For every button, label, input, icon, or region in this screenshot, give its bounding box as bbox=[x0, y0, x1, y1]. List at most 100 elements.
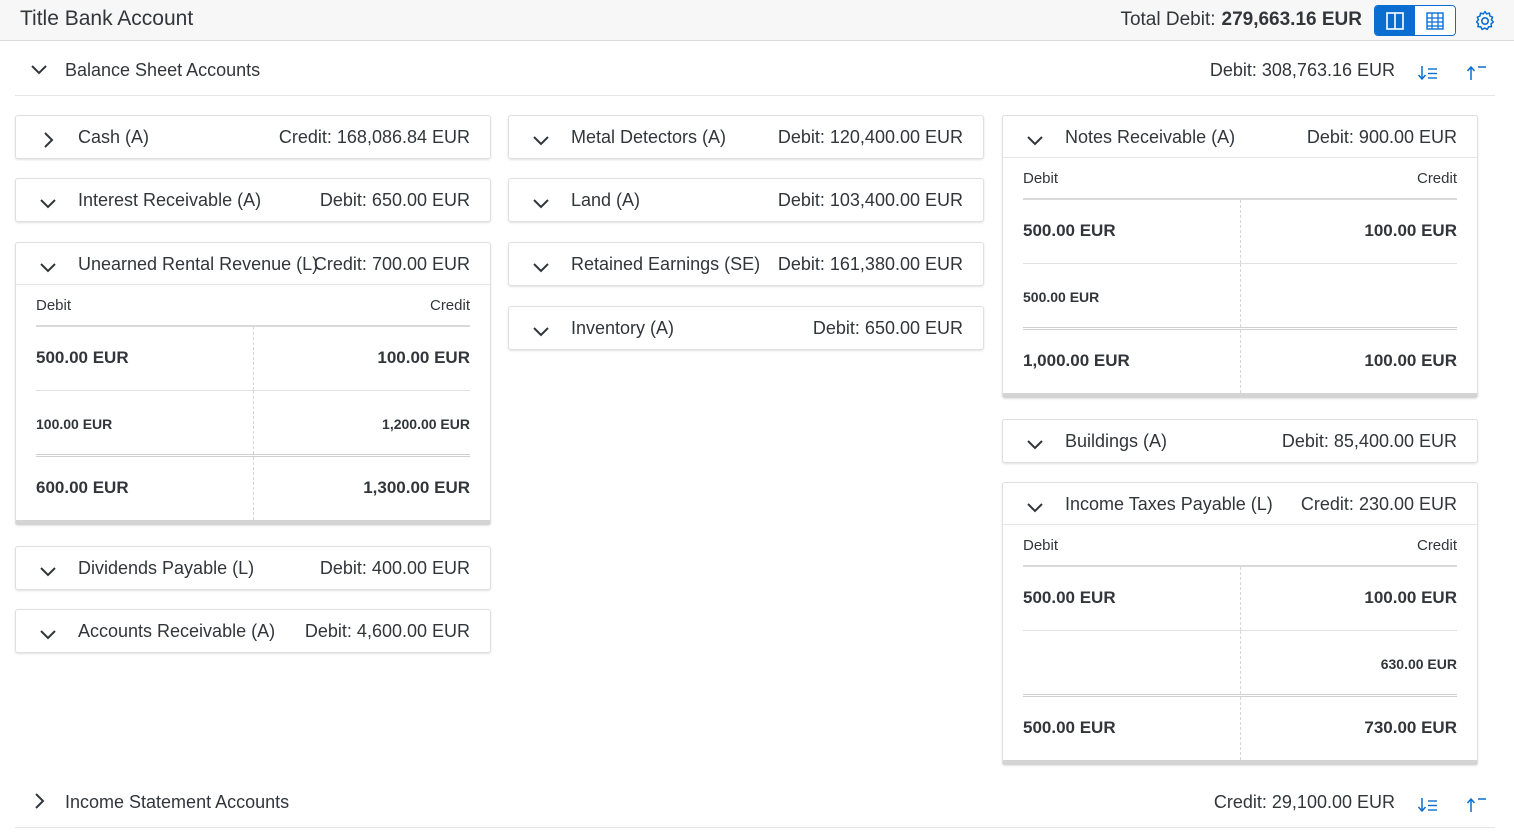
table-row: 500.00 EUR 100.00 EUR bbox=[1023, 567, 1457, 631]
debit-column-header: Debit bbox=[1023, 170, 1059, 187]
account-balance: Debit: 650.00 EUR bbox=[812, 318, 963, 338]
chevron-down-icon[interactable] bbox=[1025, 434, 1045, 454]
account-card-accounts-receivable: Accounts Receivable (A) Debit: 4,600.00 … bbox=[15, 609, 491, 653]
account-name: Retained Earnings (SE) bbox=[571, 254, 761, 274]
credit-cell: 100.00 EUR bbox=[1364, 221, 1457, 240]
account-name: Unearned Rental Revenue (L) bbox=[78, 254, 319, 274]
debit-total: 600.00 EUR bbox=[36, 478, 129, 497]
section-label[interactable]: Balance Sheet Accounts bbox=[65, 60, 260, 81]
account-balance: Debit: 400.00 EUR bbox=[319, 558, 470, 578]
account-card-notes-receivable: Notes Receivable (A) Debit: 900.00 EUR D… bbox=[1002, 115, 1478, 398]
view-toggle bbox=[1374, 5, 1456, 36]
total-label: Total Debit: bbox=[1120, 9, 1216, 30]
account-header[interactable]: Accounts Receivable (A) Debit: 4,600.00 … bbox=[16, 610, 490, 652]
account-card-income-taxes-payable: Income Taxes Payable (L) Credit: 230.00 … bbox=[1002, 482, 1478, 765]
table-header: Debit Credit bbox=[1023, 525, 1457, 567]
account-header[interactable]: Metal Detectors (A) Debit: 120,400.00 EU… bbox=[509, 116, 983, 158]
debit-cell: 100.00 EUR bbox=[36, 416, 113, 432]
account-card-retained-earnings: Retained Earnings (SE) Debit: 161,380.00… bbox=[508, 242, 984, 286]
chevron-down-icon[interactable] bbox=[38, 193, 58, 213]
account-header[interactable]: Interest Receivable (A) Debit: 650.00 EU… bbox=[16, 179, 490, 221]
grid-view-icon bbox=[1426, 11, 1444, 30]
chevron-down-icon[interactable] bbox=[29, 59, 49, 79]
total-row: 500.00 EUR 730.00 EUR bbox=[1023, 697, 1457, 760]
account-name: Inventory (A) bbox=[571, 318, 675, 338]
debit-column-header: Debit bbox=[1023, 537, 1059, 554]
account-header[interactable]: Cash (A) Credit: 168,086.84 EUR bbox=[16, 116, 490, 158]
column-view-button[interactable] bbox=[1375, 6, 1415, 35]
table-header: Debit Credit bbox=[1023, 158, 1457, 200]
collapse-all-icon[interactable] bbox=[1465, 64, 1487, 82]
total-row: 1,000.00 EUR 100.00 EUR bbox=[1023, 330, 1457, 393]
credit-column-header: Credit bbox=[1416, 537, 1457, 554]
table-row: 500.00 EUR 100.00 EUR bbox=[36, 327, 470, 391]
table-row: 630.00 EUR bbox=[1023, 631, 1457, 697]
account-header[interactable]: Inventory (A) Debit: 650.00 EUR bbox=[509, 307, 983, 349]
t-account-table: Debit Credit 500.00 EUR 100.00 EUR 500.0… bbox=[1023, 158, 1457, 393]
settings-button[interactable] bbox=[1473, 9, 1497, 33]
account-card-land: Land (A) Debit: 103,400.00 EUR bbox=[508, 178, 984, 222]
table-header: Debit Credit bbox=[36, 285, 470, 327]
section-sum: Credit: 29,100.00 EUR bbox=[1213, 792, 1395, 812]
account-balance: Debit: 161,380.00 EUR bbox=[777, 254, 963, 274]
chevron-down-icon[interactable] bbox=[38, 561, 58, 581]
credit-cell: 630.00 EUR bbox=[1380, 656, 1457, 672]
chevron-down-icon[interactable] bbox=[38, 257, 58, 277]
account-header[interactable]: Income Taxes Payable (L) Credit: 230.00 … bbox=[1003, 483, 1477, 525]
chevron-down-icon[interactable] bbox=[1025, 130, 1045, 150]
account-header[interactable]: Buildings (A) Debit: 85,400.00 EUR bbox=[1003, 420, 1477, 462]
credit-column-header: Credit bbox=[1416, 170, 1457, 187]
debit-total: 500.00 EUR bbox=[1023, 718, 1116, 737]
account-balance: Debit: 650.00 EUR bbox=[319, 190, 470, 210]
chevron-down-icon[interactable] bbox=[531, 257, 551, 277]
debit-column-header: Debit bbox=[36, 297, 72, 314]
account-balance: Debit: 103,400.00 EUR bbox=[777, 190, 963, 210]
account-balance: Debit: 120,400.00 EUR bbox=[777, 127, 963, 147]
account-name: Accounts Receivable (A) bbox=[78, 621, 276, 641]
app-header: Title Bank Account Total Debit: 279,663.1… bbox=[0, 0, 1514, 41]
account-name: Metal Detectors (A) bbox=[571, 127, 727, 147]
account-card-buildings: Buildings (A) Debit: 85,400.00 EUR bbox=[1002, 419, 1478, 463]
sort-icon[interactable] bbox=[1417, 64, 1439, 82]
debit-cell: 500.00 EUR bbox=[36, 348, 129, 367]
grid-view-button[interactable] bbox=[1415, 6, 1455, 35]
chevron-down-icon[interactable] bbox=[38, 624, 58, 644]
chevron-right-icon[interactable] bbox=[38, 130, 58, 150]
credit-total: 100.00 EUR bbox=[1364, 351, 1457, 370]
account-card-metal-detectors: Metal Detectors (A) Debit: 120,400.00 EU… bbox=[508, 115, 984, 159]
chevron-down-icon[interactable] bbox=[531, 130, 551, 150]
section-label[interactable]: Income Statement Accounts bbox=[65, 792, 289, 813]
income-statement-section: Income Statement Accounts Credit: 29,100… bbox=[15, 774, 1495, 828]
credit-column-header: Credit bbox=[429, 297, 470, 314]
account-card-dividends-payable: Dividends Payable (L) Debit: 400.00 EUR bbox=[15, 546, 491, 590]
table-row: 100.00 EUR 1,200.00 EUR bbox=[36, 391, 470, 457]
account-card-unearned-rental-revenue: Unearned Rental Revenue (L) Credit: 700.… bbox=[15, 242, 491, 525]
account-name: Buildings (A) bbox=[1065, 431, 1168, 451]
account-header[interactable]: Unearned Rental Revenue (L) Credit: 700.… bbox=[16, 243, 490, 285]
account-header[interactable]: Retained Earnings (SE) Debit: 161,380.00… bbox=[509, 243, 983, 285]
chevron-right-icon[interactable] bbox=[29, 791, 49, 811]
balance-sheet-section: Balance Sheet Accounts Debit: 308,763.16… bbox=[15, 42, 1495, 96]
credit-cell: 1,200.00 EUR bbox=[382, 416, 470, 432]
gear-icon bbox=[1473, 9, 1497, 33]
sort-icon[interactable] bbox=[1417, 796, 1439, 814]
chevron-down-icon[interactable] bbox=[531, 321, 551, 341]
account-name: Income Taxes Payable (L) bbox=[1065, 494, 1273, 514]
account-card-cash: Cash (A) Credit: 168,086.84 EUR bbox=[15, 115, 491, 159]
chevron-down-icon[interactable] bbox=[1025, 497, 1045, 517]
credit-cell: 100.00 EUR bbox=[1364, 588, 1457, 607]
chevron-down-icon[interactable] bbox=[531, 193, 551, 213]
account-header[interactable]: Dividends Payable (L) Debit: 400.00 EUR bbox=[16, 547, 490, 589]
account-header[interactable]: Land (A) Debit: 103,400.00 EUR bbox=[509, 179, 983, 221]
account-name: Cash (A) bbox=[78, 127, 150, 147]
column-view-icon bbox=[1386, 11, 1404, 30]
total-debit: Total Debit: 279,663.16 EUR bbox=[1120, 9, 1362, 31]
credit-cell: 100.00 EUR bbox=[377, 348, 470, 367]
total-value: 279,663.16 EUR bbox=[1221, 9, 1363, 30]
account-header[interactable]: Notes Receivable (A) Debit: 900.00 EUR bbox=[1003, 116, 1477, 158]
account-balance: Credit: 168,086.84 EUR bbox=[278, 127, 470, 147]
section-sum: Debit: 308,763.16 EUR bbox=[1209, 60, 1395, 80]
collapse-all-icon[interactable] bbox=[1465, 796, 1487, 814]
page-title: Title Bank Account bbox=[20, 7, 194, 30]
table-row: 500.00 EUR bbox=[1023, 264, 1457, 330]
